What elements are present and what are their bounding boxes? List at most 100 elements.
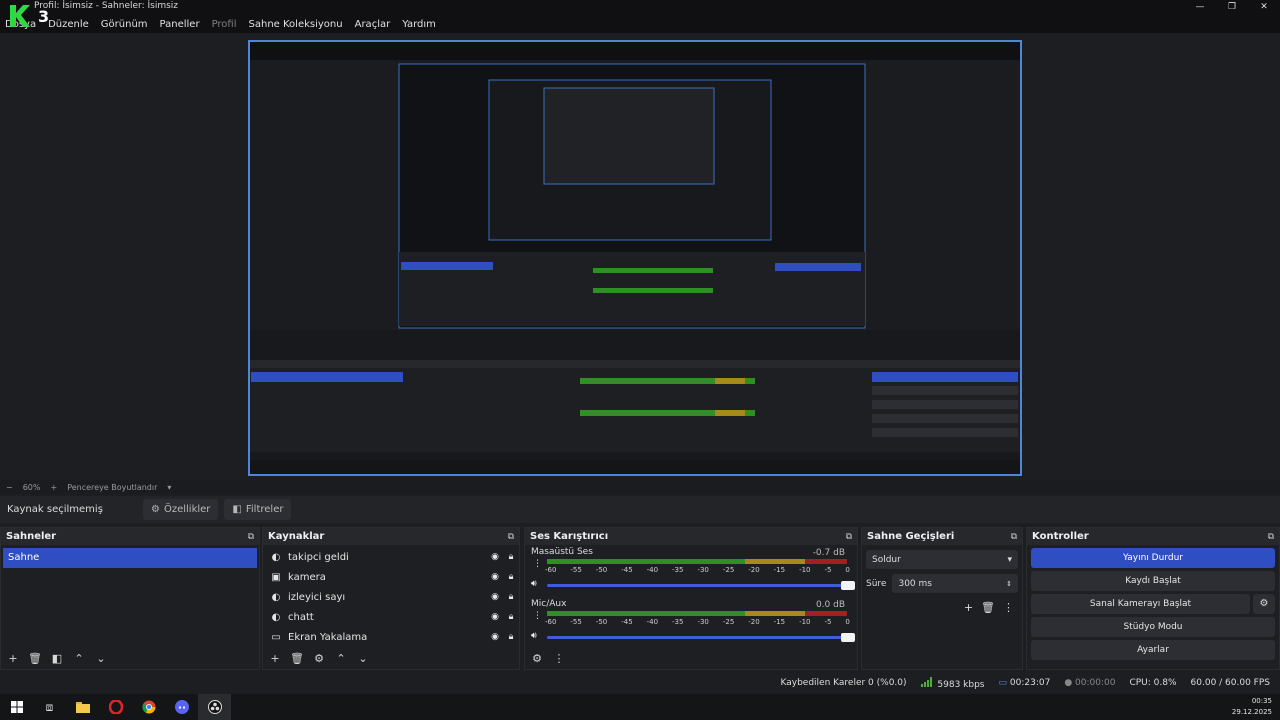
visibility-eye-icon[interactable]: ◉ — [487, 612, 503, 622]
opera-icon[interactable] — [99, 694, 132, 720]
properties-label: Özellikler — [163, 504, 211, 515]
undock-icon[interactable]: ⧉ — [846, 532, 852, 542]
cpu-usage: CPU: 0.8% — [1129, 678, 1177, 688]
advanced-audio-gear-icon[interactable]: ⚙ — [530, 652, 544, 665]
studio-mode-button[interactable]: Stüdyo Modu — [1031, 617, 1275, 637]
properties-button[interactable]: ⚙ Özellikler — [143, 499, 219, 520]
lock-icon[interactable]: 🔒︎ — [503, 612, 519, 622]
channel-name: Mic/Aux — [531, 599, 567, 609]
sources-title: Kaynaklar — [268, 531, 325, 542]
volume-slider[interactable] — [547, 633, 855, 642]
visibility-eye-icon[interactable]: ◉ — [487, 592, 503, 602]
menu-docks[interactable]: Paneller — [160, 19, 200, 30]
menu-help[interactable]: Yardım — [402, 19, 436, 30]
move-down-icon[interactable]: ⌄ — [356, 652, 370, 665]
source-row[interactable]: ▭ Ekran Yakalama ◉ 🔒︎ — [263, 627, 519, 647]
start-virtual-camera-button[interactable]: Sanal Kamerayı Başlat — [1031, 594, 1250, 614]
scene-filters-icon[interactable]: ◧ — [50, 652, 64, 665]
stream-time-indicator: ▭ 00:23:07 — [999, 678, 1051, 688]
source-name: takipci geldi — [288, 551, 349, 563]
undock-icon[interactable]: ⧉ — [508, 532, 514, 542]
add-icon[interactable]: + — [6, 652, 20, 665]
filters-button[interactable]: ◧ Filtreler — [224, 499, 292, 520]
start-recording-button[interactable]: Kaydı Başlat — [1031, 571, 1275, 591]
fit-to-window-select[interactable]: Pencereye Boyutlandır — [67, 483, 157, 492]
undock-icon[interactable]: ⧉ — [1268, 532, 1274, 542]
visibility-eye-icon[interactable]: ◉ — [487, 552, 503, 562]
chevron-down-icon[interactable]: ▾ — [167, 483, 171, 492]
source-row[interactable]: ◐ takipci geldi ◉ 🔒︎ — [263, 547, 519, 567]
more-options-icon[interactable]: ⋮ — [552, 652, 566, 665]
close-button[interactable]: ✕ — [1248, 0, 1280, 15]
system-clock[interactable]: 00:35 29.12.2025 — [1232, 696, 1272, 718]
undock-icon[interactable]: ⧉ — [248, 532, 254, 542]
lock-icon[interactable]: 🔒︎ — [503, 632, 519, 642]
visibility-eye-icon[interactable]: ◉ — [487, 632, 503, 642]
preview-area[interactable] — [0, 33, 1280, 479]
menu-edit[interactable]: Düzenle — [48, 19, 89, 30]
program-preview[interactable] — [248, 40, 1022, 476]
record-icon: ● — [1064, 678, 1073, 688]
lock-icon[interactable]: 🔒︎ — [503, 592, 519, 602]
duration-row: Süre 300 ms ⇕ — [866, 574, 1018, 593]
menu-view[interactable]: Görünüm — [101, 19, 148, 30]
zoom-out-button[interactable]: − — [6, 483, 13, 492]
volume-meter — [547, 611, 847, 616]
move-up-icon[interactable]: ⌃ — [72, 652, 86, 665]
speaker-icon[interactable]: 🔊︎ — [531, 631, 537, 641]
volume-slider[interactable] — [547, 581, 855, 590]
transitions-title: Sahne Geçişleri — [867, 531, 955, 542]
more-options-icon[interactable]: ⋮ — [533, 559, 542, 569]
volume-slider-handle[interactable] — [841, 581, 855, 590]
spin-arrows-icon[interactable]: ⇕ — [1006, 580, 1012, 588]
browser-icon: ◐ — [271, 591, 281, 603]
move-up-icon[interactable]: ⌃ — [334, 652, 348, 665]
source-row[interactable]: ◐ chatt ◉ 🔒︎ — [263, 607, 519, 627]
channel-db: -0.7 dB — [812, 548, 845, 558]
lock-icon[interactable]: 🔒︎ — [503, 572, 519, 582]
volume-slider-handle[interactable] — [841, 633, 855, 642]
scene-item[interactable]: Sahne — [3, 548, 257, 568]
gear-icon[interactable]: ⚙ — [1253, 594, 1275, 614]
trash-icon[interactable]: 🗑 — [290, 652, 304, 665]
transition-select[interactable]: Soldur ▾ — [866, 550, 1018, 569]
task-view-icon[interactable]: ⧈ — [33, 694, 66, 720]
duration-spinbox[interactable]: 300 ms ⇕ — [892, 574, 1018, 593]
maximize-button[interactable]: ❐ — [1216, 0, 1248, 15]
menu-scene-collection[interactable]: Sahne Koleksiyonu — [249, 19, 343, 30]
bitrate-indicator: 5983 kbps — [920, 676, 985, 690]
menu-tools[interactable]: Araçlar — [355, 19, 391, 30]
source-row[interactable]: ▣ kamera ◉ 🔒︎ — [263, 567, 519, 587]
trash-icon[interactable]: 🗑 — [981, 601, 995, 614]
trash-icon[interactable]: 🗑 — [28, 652, 42, 665]
source-row[interactable]: ◐ izleyici sayı ◉ 🔒︎ — [263, 587, 519, 607]
discord-icon[interactable] — [165, 694, 198, 720]
zoom-in-button[interactable]: + — [50, 483, 57, 492]
scenes-dock: Sahneler ⧉ Sahne + 🗑 ◧ ⌃ ⌄ — [0, 527, 260, 670]
stop-streaming-button[interactable]: Yayını Durdur — [1031, 548, 1275, 568]
add-icon[interactable]: + — [268, 652, 282, 665]
add-icon[interactable]: + — [964, 601, 973, 614]
more-options-icon[interactable]: ⋮ — [1003, 601, 1014, 614]
stream-time: 00:23:07 — [1009, 678, 1051, 688]
lock-icon[interactable]: 🔒︎ — [503, 552, 519, 562]
more-options-icon[interactable]: ⋮ — [533, 611, 542, 621]
controls-dock: Kontroller ⧉ Yayını Durdur Kaydı Başlat … — [1026, 527, 1280, 670]
visibility-eye-icon[interactable]: ◉ — [487, 572, 503, 582]
mixer-channel: Masaüstü Ses -0.7 dB ⋮ -60 -55 -50 -45 -40 -3… — [525, 545, 857, 597]
chrome-icon[interactable] — [132, 694, 165, 720]
move-down-icon[interactable]: ⌄ — [94, 652, 108, 665]
menu-bar: Dosya Düzenle Görünüm Paneller Profil Sa… — [0, 15, 1280, 33]
settings-button[interactable]: Ayarlar — [1031, 640, 1275, 660]
obs-icon[interactable] — [198, 694, 231, 720]
stream-icon: ▭ — [998, 678, 1008, 688]
minimize-button[interactable]: — — [1184, 0, 1216, 15]
gear-icon[interactable]: ⚙ — [312, 652, 326, 665]
speaker-icon[interactable]: 🔊︎ — [531, 579, 537, 589]
browser-icon: ◐ — [271, 551, 281, 563]
menu-profile[interactable]: Profil — [212, 19, 237, 30]
chevron-down-icon: ▾ — [1007, 554, 1012, 565]
windows-start-icon[interactable] — [0, 694, 33, 720]
file-explorer-icon[interactable] — [66, 694, 99, 720]
undock-icon[interactable]: ⧉ — [1011, 532, 1017, 542]
